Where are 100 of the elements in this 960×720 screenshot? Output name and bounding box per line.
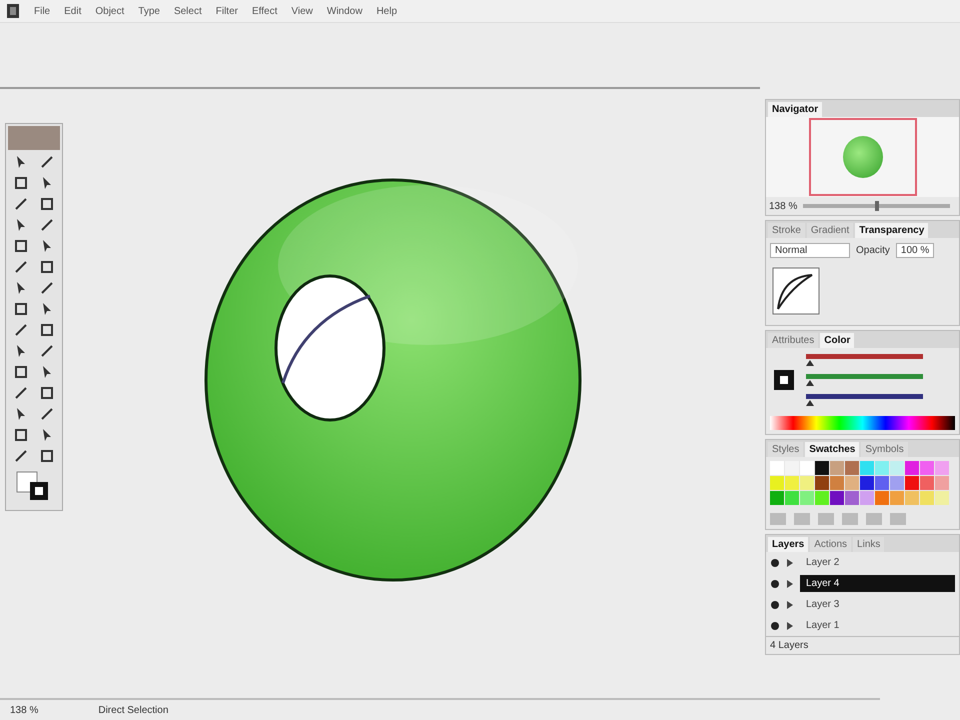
slider-thumb[interactable] xyxy=(874,201,879,211)
panel-tab[interactable]: Attributes xyxy=(768,333,818,348)
color-swatch[interactable] xyxy=(815,491,829,505)
tool-icon[interactable] xyxy=(13,196,29,212)
panel-tab[interactable]: Color xyxy=(820,333,854,348)
opacity-field[interactable]: 100 % xyxy=(896,243,934,258)
color-swatch[interactable] xyxy=(845,461,859,475)
color-swatch[interactable] xyxy=(845,491,859,505)
tool-icon[interactable] xyxy=(39,448,55,464)
slider-thumb[interactable] xyxy=(806,380,814,386)
eye-icon[interactable] xyxy=(770,578,780,588)
tool-icon[interactable] xyxy=(13,238,29,254)
color-swatch[interactable] xyxy=(935,476,949,490)
layer-row[interactable]: Layer 1 xyxy=(800,617,955,634)
tool-icon[interactable] xyxy=(39,217,55,233)
zoom-field[interactable]: 138 % xyxy=(769,200,798,212)
color-spectrum[interactable] xyxy=(770,416,955,430)
menu-item[interactable]: Object xyxy=(95,6,124,16)
zoom-slider[interactable] xyxy=(803,204,950,208)
tool-icon[interactable] xyxy=(39,154,55,170)
color-swatch[interactable] xyxy=(800,461,814,475)
panel-tab[interactable]: Stroke xyxy=(768,223,805,238)
menu-item[interactable]: Edit xyxy=(64,6,82,16)
tool-icon[interactable] xyxy=(39,196,55,212)
panel-tab[interactable]: Gradient xyxy=(806,223,854,238)
color-swatch[interactable] xyxy=(815,461,829,475)
layer-row[interactable]: Layer 3 xyxy=(800,596,955,613)
triangle-icon[interactable] xyxy=(786,620,794,630)
menu-item[interactable]: View xyxy=(291,6,313,16)
fill-stroke-icon[interactable] xyxy=(772,368,796,392)
tool-icon[interactable] xyxy=(39,322,55,338)
tool-icon[interactable] xyxy=(13,301,29,317)
eye-icon[interactable] xyxy=(770,600,780,610)
color-swatch[interactable] xyxy=(830,461,844,475)
color-swatch[interactable] xyxy=(905,491,919,505)
color-swatch[interactable] xyxy=(770,461,784,475)
tool-icon[interactable] xyxy=(13,175,29,191)
color-swatch[interactable] xyxy=(800,476,814,490)
color-swatch[interactable] xyxy=(860,461,874,475)
color-swatch[interactable] xyxy=(815,476,829,490)
color-swatch[interactable] xyxy=(905,461,919,475)
eye-icon[interactable] xyxy=(770,620,780,630)
color-swatch[interactable] xyxy=(770,476,784,490)
layer-row[interactable]: Layer 2 xyxy=(800,554,955,571)
tool-icon[interactable] xyxy=(39,280,55,296)
triangle-icon[interactable] xyxy=(786,600,794,610)
menu-item[interactable]: Help xyxy=(376,6,398,16)
layer-row[interactable]: Layer 4 xyxy=(800,575,955,592)
panel-tab[interactable]: Transparency xyxy=(855,223,928,238)
menu-item[interactable]: Type xyxy=(138,6,160,16)
triangle-icon[interactable] xyxy=(786,578,794,588)
panel-tab[interactable]: Layers xyxy=(768,537,808,552)
tool-icon[interactable] xyxy=(13,448,29,464)
color-swatch[interactable] xyxy=(785,476,799,490)
menu-item[interactable]: Select xyxy=(174,6,202,16)
tool-icon[interactable] xyxy=(39,259,55,275)
slider-thumb[interactable] xyxy=(806,360,814,366)
panel-tab[interactable]: Symbols xyxy=(861,442,908,457)
color-swatch[interactable] xyxy=(860,491,874,505)
menu-item[interactable]: Effect xyxy=(252,6,278,16)
tool-icon[interactable] xyxy=(13,364,29,380)
panel-tab[interactable]: Actions xyxy=(810,537,852,552)
color-swatch[interactable] xyxy=(875,491,889,505)
menu-item[interactable]: Filter xyxy=(216,6,238,16)
panel-tab[interactable]: Links xyxy=(853,537,884,552)
panel-tab[interactable]: Swatches xyxy=(805,442,860,457)
tool-icon[interactable] xyxy=(39,406,55,422)
tool-icon[interactable] xyxy=(13,259,29,275)
eye-icon[interactable] xyxy=(770,558,780,568)
panel-tab[interactable]: Navigator xyxy=(768,102,822,117)
tool-icon[interactable] xyxy=(13,322,29,338)
color-swatch[interactable] xyxy=(875,461,889,475)
color-swatch[interactable] xyxy=(830,491,844,505)
color-swatch[interactable] xyxy=(890,491,904,505)
color-swatch[interactable] xyxy=(785,491,799,505)
tool-icon[interactable] xyxy=(39,343,55,359)
tool-icon[interactable] xyxy=(13,385,29,401)
menu-item[interactable]: Window xyxy=(326,6,362,16)
color-swatch[interactable] xyxy=(920,476,934,490)
color-swatch[interactable] xyxy=(935,461,949,475)
zoom-field[interactable]: 138 % xyxy=(10,704,38,716)
color-swatch[interactable] xyxy=(890,476,904,490)
color-swatch[interactable] xyxy=(800,491,814,505)
color-swatch[interactable] xyxy=(935,491,949,505)
color-swatch[interactable] xyxy=(920,461,934,475)
slider-thumb[interactable] xyxy=(806,400,814,406)
color-swatch[interactable] xyxy=(785,461,799,475)
tool-icon[interactable] xyxy=(13,427,29,443)
color-swatch[interactable] xyxy=(860,476,874,490)
color-swatch[interactable] xyxy=(920,491,934,505)
color-swatch[interactable] xyxy=(875,476,889,490)
blend-mode-dropdown[interactable]: Normal xyxy=(770,243,850,258)
panel-tab[interactable]: Styles xyxy=(768,442,804,457)
color-swatch[interactable] xyxy=(905,476,919,490)
tool-icon[interactable] xyxy=(39,385,55,401)
color-swatch[interactable] xyxy=(890,461,904,475)
triangle-icon[interactable] xyxy=(786,558,794,568)
color-swatch[interactable] xyxy=(845,476,859,490)
menu-item[interactable]: File xyxy=(34,6,50,16)
color-swatch[interactable] xyxy=(830,476,844,490)
